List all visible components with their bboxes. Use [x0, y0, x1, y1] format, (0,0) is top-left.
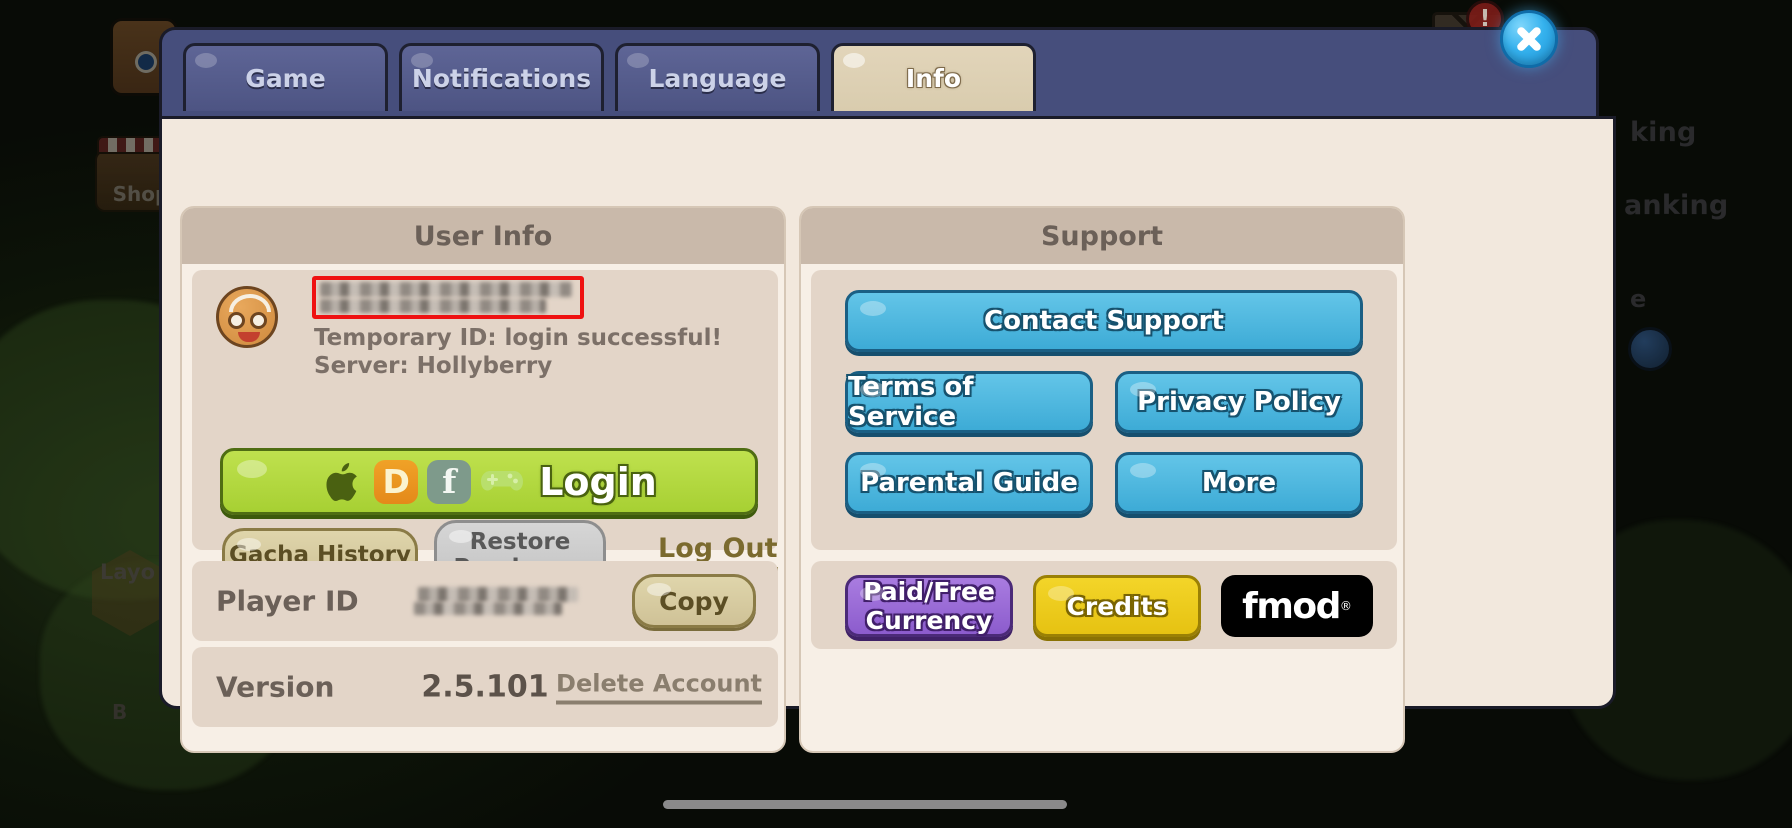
tab-notifications[interactable]: Notifications — [399, 43, 604, 111]
tab-info[interactable]: Info — [831, 43, 1036, 111]
tab-game-label: Game — [245, 64, 326, 93]
bg-misc-label: e — [1630, 285, 1647, 313]
copy-player-id-button[interactable]: Copy — [632, 574, 756, 628]
avatar-eye-left — [228, 312, 245, 329]
contact-support-button[interactable]: Contact Support — [845, 290, 1363, 352]
avatar-hair — [229, 294, 271, 312]
currency-line-2: Currency — [865, 606, 993, 635]
gamepad-icon — [480, 460, 524, 504]
version-label: Version — [216, 670, 335, 704]
more-button[interactable]: More — [1115, 452, 1363, 514]
support-links-group: Contact Support Terms of Service Privacy… — [811, 270, 1397, 550]
bg-ranking-label-2: anking — [1624, 190, 1729, 221]
home-indicator[interactable] — [663, 800, 1067, 809]
bg-layout-label: Layo — [100, 560, 156, 584]
support-header: Support — [801, 208, 1403, 264]
tab-language[interactable]: Language — [615, 43, 820, 111]
tab-game[interactable]: Game — [183, 43, 388, 111]
tab-info-label: Info — [905, 64, 962, 93]
currency-line-1: Paid/Free — [863, 577, 995, 606]
facebook-icon: f — [427, 459, 472, 504]
fmod-logo-text: fmod — [1242, 585, 1341, 627]
login-label: Login — [539, 459, 657, 504]
paid-free-currency-label: Paid/Free Currency — [863, 577, 995, 635]
terms-of-service-button[interactable]: Terms of Service — [845, 371, 1093, 433]
paid-free-currency-button[interactable]: Paid/Free Currency — [845, 575, 1013, 637]
user-info-title: User Info — [413, 220, 553, 252]
version-value: 2.5.101 — [421, 669, 549, 705]
close-button[interactable] — [1500, 10, 1558, 68]
version-row: Version 2.5.101 Delete Account — [192, 647, 778, 727]
user-account-card: Temporary ID: login successful! Server: … — [192, 270, 778, 590]
bg-ranking-label-1: king — [1630, 117, 1697, 148]
temporary-id-status: Temporary ID: login successful! — [314, 325, 723, 351]
fmod-registered-mark: ® — [1339, 599, 1352, 613]
tab-bar: Game Notifications Language Info — [159, 27, 1599, 119]
support-extra-group: Paid/Free Currency Credits fmod ® — [811, 561, 1397, 649]
dialog-body: User Info Temporary ID: login successful… — [159, 116, 1616, 753]
avatar — [216, 286, 278, 348]
avatar-mouth — [238, 332, 260, 342]
tab-language-label: Language — [648, 64, 787, 93]
more-label: More — [1201, 468, 1277, 498]
privacy-policy-button[interactable]: Privacy Policy — [1115, 371, 1363, 433]
user-info-header: User Info — [182, 208, 784, 264]
fmod-logo-button[interactable]: fmod ® — [1221, 575, 1373, 637]
server-label: Server: Hollyberry — [314, 353, 553, 379]
player-id-value-masked-2 — [414, 602, 562, 615]
avatar-eye-right — [250, 312, 267, 329]
player-id-label: Player ID — [216, 584, 359, 618]
close-icon — [1514, 24, 1544, 54]
devsisters-icon: D — [374, 459, 419, 504]
delete-account-link[interactable]: Delete Account — [556, 670, 762, 705]
tab-notifications-label: Notifications — [411, 64, 592, 93]
bg-cookie-eye — [135, 51, 157, 73]
player-id-row: Player ID Copy — [192, 561, 778, 641]
bg-round-button[interactable] — [1628, 327, 1672, 371]
support-panel: Support Contact Support Terms of Service… — [799, 206, 1405, 753]
settings-dialog: Game Notifications Language Info User In… — [159, 27, 1616, 753]
apple-icon — [321, 460, 365, 504]
restore-line-1: Restore — [469, 529, 571, 555]
credits-label: Credits — [1066, 591, 1168, 621]
support-title: Support — [1040, 220, 1164, 252]
login-button[interactable]: D f Login — [220, 448, 758, 515]
terms-of-service-label: Terms of Service — [848, 372, 974, 432]
bg-b-label: B — [112, 700, 128, 724]
credits-button[interactable]: Credits — [1033, 575, 1201, 637]
privacy-policy-label: Privacy Policy — [1137, 387, 1341, 417]
player-id-value-masked-1 — [418, 587, 578, 602]
parental-guide-label: Parental Guide — [860, 468, 1078, 498]
nickname-highlight-box — [312, 276, 584, 319]
tab-list: Game Notifications Language Info — [183, 43, 1036, 111]
user-info-panel: User Info Temporary ID: login successful… — [180, 206, 786, 753]
contact-support-label: Contact Support — [984, 306, 1224, 336]
copy-label: Copy — [659, 586, 729, 616]
parental-guide-button[interactable]: Parental Guide — [845, 452, 1093, 514]
